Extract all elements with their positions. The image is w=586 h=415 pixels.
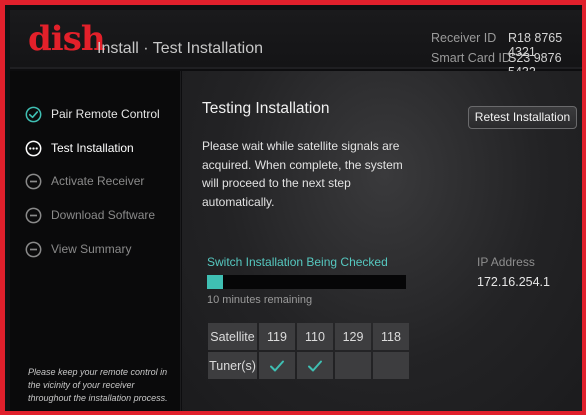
switch-check-label: Switch Installation Being Checked [207,255,388,269]
section-description: Please wait while satellite signals are … [202,139,403,209]
step-view-summary: View Summary [25,238,131,260]
satellite-cell: 129 [335,323,371,350]
tuner-row: Tuner(s) [208,352,409,379]
satellite-cell: 119 [259,323,295,350]
step-activate-receiver: Activate Receiver [25,170,144,192]
app-frame: dish Install · Test Installation Receive… [0,0,586,415]
check-icon [308,360,322,372]
tuner-cell [259,352,295,379]
remote-control-note: Please keep your remote control in the v… [28,367,168,403]
retest-installation-button[interactable]: Retest Installation [468,106,577,129]
satellite-cell: 118 [373,323,409,350]
step-label: Activate Receiver [51,174,145,188]
ip-address-label: IP Address [477,255,535,269]
progress-bar [207,275,406,289]
dish-logo: dish [28,19,106,59]
step-label: View Summary [51,242,132,256]
satellite-header: Satellite [208,323,257,350]
time-remaining: 10 minutes remaining [207,294,313,306]
check-icon [270,360,284,372]
minus-circle-icon [25,173,42,189]
page-title: Install · Test Installation [97,40,264,57]
progress-fill [207,275,223,289]
step-test-installation: Test Installation [25,137,134,159]
satellite-row: Satellite 119 110 129 118 [208,323,409,350]
tuner-cell [335,352,371,379]
step-download-software: Download Software [25,204,155,226]
step-label: Test Installation [51,141,134,155]
tuner-cell [297,352,333,379]
step-label: Download Software [51,208,156,222]
minus-circle-icon [25,207,42,223]
satellite-cell: 110 [297,323,333,350]
main-panel: Testing Installation Please wait while s… [182,71,582,411]
smart-card-id-label: Smart Card ID [431,51,511,65]
step-label: Pair Remote Control [51,107,160,121]
steps-sidebar: Pair Remote Control Test Installation Ac… [10,71,181,411]
satellite-tuner-table: Satellite 119 110 129 118 Tuner(s) [206,321,411,381]
tuner-header: Tuner(s) [208,352,257,379]
section-title: Testing Installation [202,100,330,117]
check-circle-icon [25,106,42,122]
receiver-id-label: Receiver ID [431,31,497,45]
minus-circle-icon [25,241,42,257]
step-pair-remote-control: Pair Remote Control [25,103,160,125]
app-window: dish Install · Test Installation Receive… [10,10,582,411]
header: dish Install · Test Installation Receive… [10,10,582,79]
ip-address-value: 172.16.254.1 [477,275,550,289]
ellipsis-circle-icon [25,140,42,156]
tuner-cell [373,352,409,379]
